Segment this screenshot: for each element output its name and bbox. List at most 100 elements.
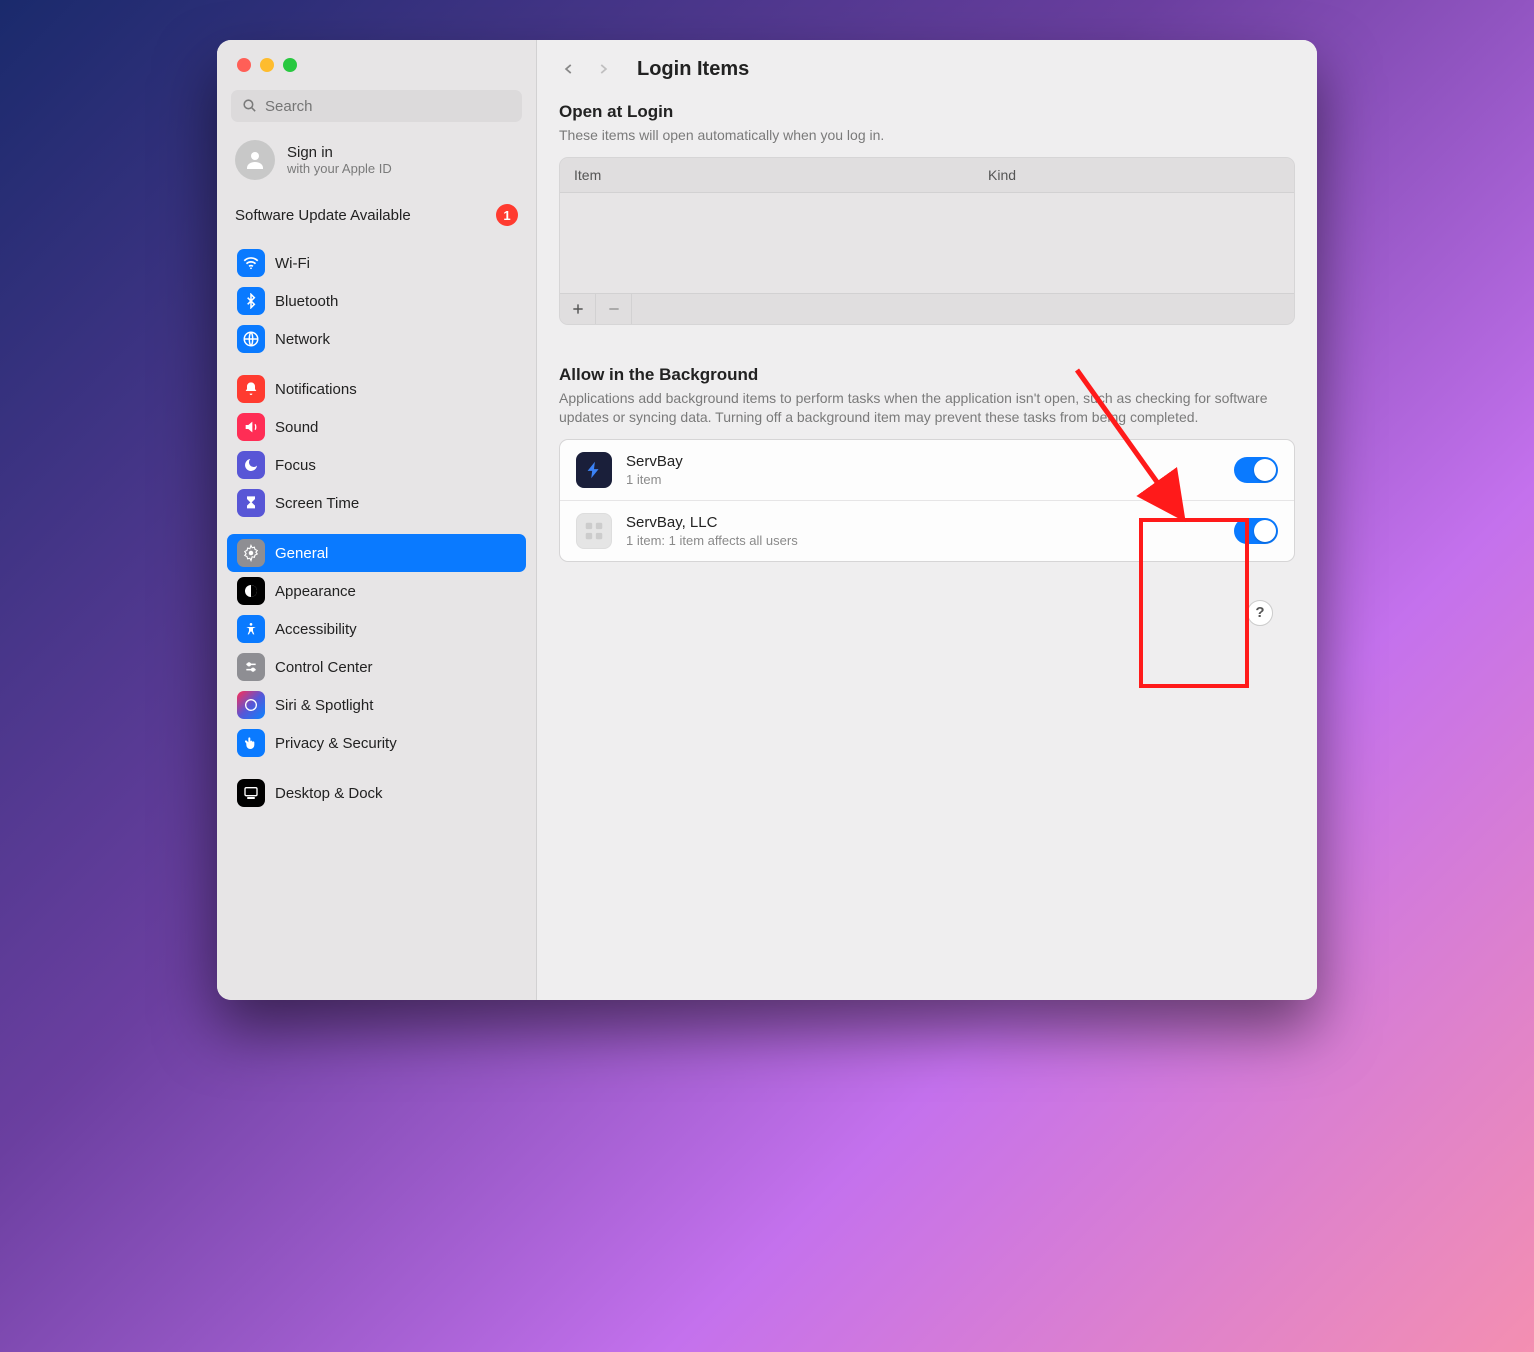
sign-in-sub: with your Apple ID	[287, 161, 392, 176]
search-field-wrap	[217, 90, 536, 132]
generic-app-icon	[576, 513, 612, 549]
bell-icon	[237, 375, 265, 403]
software-update-label: Software Update Available	[235, 207, 411, 224]
sign-in-title: Sign in	[287, 144, 392, 161]
sidebar-item-appearance[interactable]: Appearance	[227, 572, 526, 610]
table-header: Item Kind	[560, 158, 1294, 193]
sidebar-item-label: Bluetooth	[275, 293, 338, 310]
software-update-row[interactable]: Software Update Available 1	[217, 190, 536, 234]
grid-icon	[583, 520, 605, 542]
update-badge: 1	[496, 204, 518, 226]
toggle-servbay-llc[interactable]	[1234, 518, 1278, 544]
sidebar-item-wifi[interactable]: Wi-Fi	[227, 244, 526, 282]
sidebar-group-system2: General Appearance Accessibility Control…	[217, 524, 536, 764]
speaker-icon	[237, 413, 265, 441]
bg-row-servbay: ServBay 1 item	[560, 440, 1294, 501]
window-controls	[217, 54, 536, 90]
sidebar-item-label: Focus	[275, 457, 316, 474]
bg-item-name: ServBay	[626, 453, 1220, 470]
hand-icon	[237, 729, 265, 757]
sidebar-item-screen-time[interactable]: Screen Time	[227, 484, 526, 522]
minus-icon	[607, 302, 621, 316]
search-input[interactable]	[231, 90, 522, 122]
moon-icon	[237, 451, 265, 479]
sliders-icon	[237, 653, 265, 681]
avatar	[235, 140, 275, 180]
allow-bg-sub: Applications add background items to per…	[559, 389, 1295, 427]
sidebar-item-control-center[interactable]: Control Center	[227, 648, 526, 686]
bluetooth-icon	[237, 287, 265, 315]
help-wrap: ?	[559, 576, 1295, 626]
appearance-icon	[237, 577, 265, 605]
sidebar-item-label: Notifications	[275, 381, 357, 398]
table-footer	[560, 293, 1294, 324]
sidebar-group-system3: Desktop & Dock	[217, 764, 536, 814]
globe-icon	[237, 325, 265, 353]
main-content: Login Items Open at Login These items wi…	[537, 40, 1317, 1000]
sidebar-item-general[interactable]: General	[227, 534, 526, 572]
help-button[interactable]: ?	[1247, 600, 1273, 626]
search-icon	[241, 97, 258, 114]
siri-icon	[237, 691, 265, 719]
bg-text: ServBay, LLC 1 item: 1 item affects all …	[626, 514, 1220, 548]
add-button[interactable]	[560, 294, 596, 324]
column-kind[interactable]: Kind	[974, 158, 1294, 192]
login-items-table: Item Kind	[559, 157, 1295, 325]
sidebar-group-system1: Notifications Sound Focus Screen Time	[217, 360, 536, 524]
toggle-servbay[interactable]	[1234, 457, 1278, 483]
open-at-login-sub: These items will open automatically when…	[559, 126, 1295, 145]
sidebar-item-label: Sound	[275, 419, 318, 436]
background-items-list: ServBay 1 item ServBay, LLC 1 item: 1 it…	[559, 439, 1295, 562]
minimize-window-button[interactable]	[260, 58, 274, 72]
sidebar-item-label: Siri & Spotlight	[275, 697, 373, 714]
zoom-window-button[interactable]	[283, 58, 297, 72]
sidebar-item-label: Control Center	[275, 659, 373, 676]
page-title: Login Items	[637, 58, 749, 81]
open-at-login-title: Open at Login	[559, 102, 1295, 122]
gear-icon	[237, 539, 265, 567]
chevron-right-icon	[596, 59, 610, 79]
sidebar-item-bluetooth[interactable]: Bluetooth	[227, 282, 526, 320]
sidebar-item-desktop-dock[interactable]: Desktop & Dock	[227, 774, 526, 812]
open-at-login-section: Open at Login These items will open auto…	[559, 96, 1295, 339]
table-body	[560, 193, 1294, 293]
sidebar: Sign in with your Apple ID Software Upda…	[217, 40, 537, 1000]
forward-button[interactable]	[593, 56, 613, 82]
plus-icon	[571, 302, 585, 316]
sidebar-item-label: General	[275, 545, 328, 562]
sidebar-item-accessibility[interactable]: Accessibility	[227, 610, 526, 648]
sidebar-item-sound[interactable]: Sound	[227, 408, 526, 446]
remove-button[interactable]	[596, 294, 632, 324]
sidebar-item-label: Wi-Fi	[275, 255, 310, 272]
bg-item-detail: 1 item: 1 item affects all users	[626, 533, 1220, 548]
settings-window: Sign in with your Apple ID Software Upda…	[217, 40, 1317, 1000]
sidebar-item-network[interactable]: Network	[227, 320, 526, 358]
sidebar-group-network: Wi-Fi Bluetooth Network	[217, 234, 536, 360]
bg-row-servbay-llc: ServBay, LLC 1 item: 1 item affects all …	[560, 501, 1294, 561]
sidebar-item-label: Accessibility	[275, 621, 357, 638]
sidebar-item-focus[interactable]: Focus	[227, 446, 526, 484]
sidebar-item-label: Screen Time	[275, 495, 359, 512]
wifi-icon	[237, 249, 265, 277]
sign-in-text: Sign in with your Apple ID	[287, 144, 392, 176]
allow-bg-title: Allow in the Background	[559, 365, 1295, 385]
sidebar-item-privacy-security[interactable]: Privacy & Security	[227, 724, 526, 762]
close-window-button[interactable]	[237, 58, 251, 72]
sidebar-item-label: Privacy & Security	[275, 735, 397, 752]
back-button[interactable]	[559, 56, 579, 82]
sidebar-item-label: Appearance	[275, 583, 356, 600]
chevron-left-icon	[562, 59, 576, 79]
sidebar-item-siri-spotlight[interactable]: Siri & Spotlight	[227, 686, 526, 724]
dock-icon	[237, 779, 265, 807]
bg-item-detail: 1 item	[626, 472, 1220, 487]
accessibility-icon	[237, 615, 265, 643]
sign-in-row[interactable]: Sign in with your Apple ID	[217, 132, 536, 190]
bg-text: ServBay 1 item	[626, 453, 1220, 487]
bg-item-name: ServBay, LLC	[626, 514, 1220, 531]
allow-background-section: Allow in the Background Applications add…	[559, 339, 1295, 576]
sidebar-item-label: Desktop & Dock	[275, 785, 383, 802]
servbay-app-icon	[576, 452, 612, 488]
sidebar-item-notifications[interactable]: Notifications	[227, 370, 526, 408]
column-item[interactable]: Item	[560, 158, 974, 192]
hourglass-icon	[237, 489, 265, 517]
